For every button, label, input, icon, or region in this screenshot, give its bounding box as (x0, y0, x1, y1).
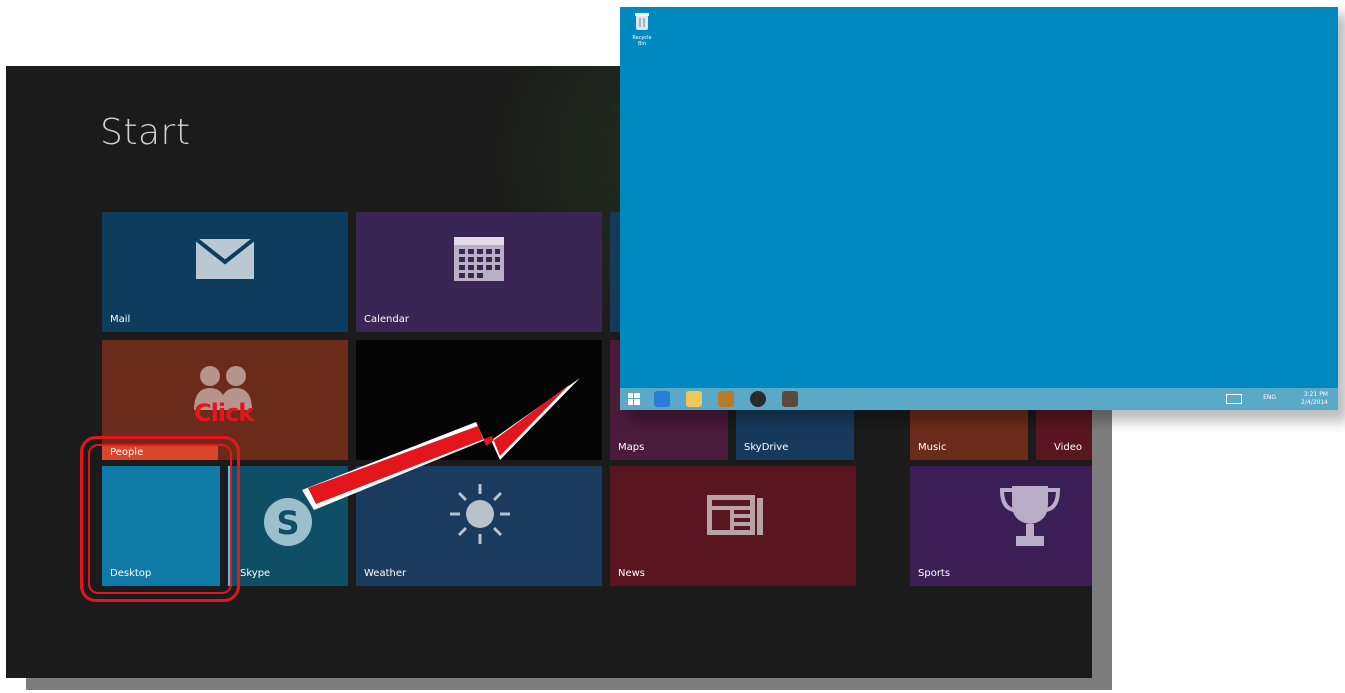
folder-icon[interactable] (686, 391, 702, 407)
click-annotation: Click (194, 399, 254, 427)
desktop-recycle-bin[interactable]: Recycle Bin (628, 11, 656, 47)
media-app-icon[interactable] (750, 391, 766, 407)
store-app-icon[interactable] (782, 391, 798, 407)
tile-calendar[interactable]: Calendar (356, 212, 602, 332)
tile-news[interactable]: News (610, 466, 856, 586)
tray-time: 3:21 PM (1303, 391, 1328, 398)
tile-label-video: Video (1054, 442, 1083, 453)
tile-label-skydrive: SkyDrive (744, 442, 789, 453)
windows-logo-icon[interactable] (628, 393, 640, 405)
tile-sports[interactable]: Sports (910, 466, 1092, 586)
tray-clock[interactable]: 3:21 PM 2/4/2014 (1301, 391, 1328, 407)
tile-label-news: News (618, 568, 646, 579)
tile-mail[interactable]: Mail (102, 212, 348, 332)
taskbar: ENG 3:21 PM 2/4/2014 (620, 388, 1338, 410)
taskbar-app-icon[interactable] (718, 391, 734, 407)
tile-label-weather: Weather (364, 568, 407, 579)
tray-date: 2/4/2014 (1301, 399, 1328, 406)
start-title: Start (100, 112, 191, 153)
trophy-icon (999, 486, 1061, 546)
recycle-bin-icon (635, 13, 649, 30)
arrow-annotation (302, 378, 580, 510)
tile-label-calendar: Calendar (364, 314, 409, 325)
envelope-icon (195, 238, 255, 279)
tray-language[interactable]: ENG (1263, 394, 1276, 401)
tile-label-mail: Mail (110, 314, 131, 325)
calendar-icon (454, 237, 504, 281)
highlight-ring-inner (88, 444, 232, 594)
news-icon (707, 495, 763, 535)
recycle-bin-label: Recycle Bin (632, 35, 652, 47)
tile-label-music: Music (918, 442, 947, 453)
tile-label-skype: Skype (240, 568, 271, 579)
ie-icon[interactable] (654, 391, 670, 407)
desktop-window: Recycle Bin ENG 3:21 PM 2/4/2014 (620, 7, 1338, 410)
tile-label-maps: Maps (618, 442, 645, 453)
tile-label-sports: Sports (918, 568, 951, 579)
keyboard-icon[interactable] (1226, 394, 1242, 404)
